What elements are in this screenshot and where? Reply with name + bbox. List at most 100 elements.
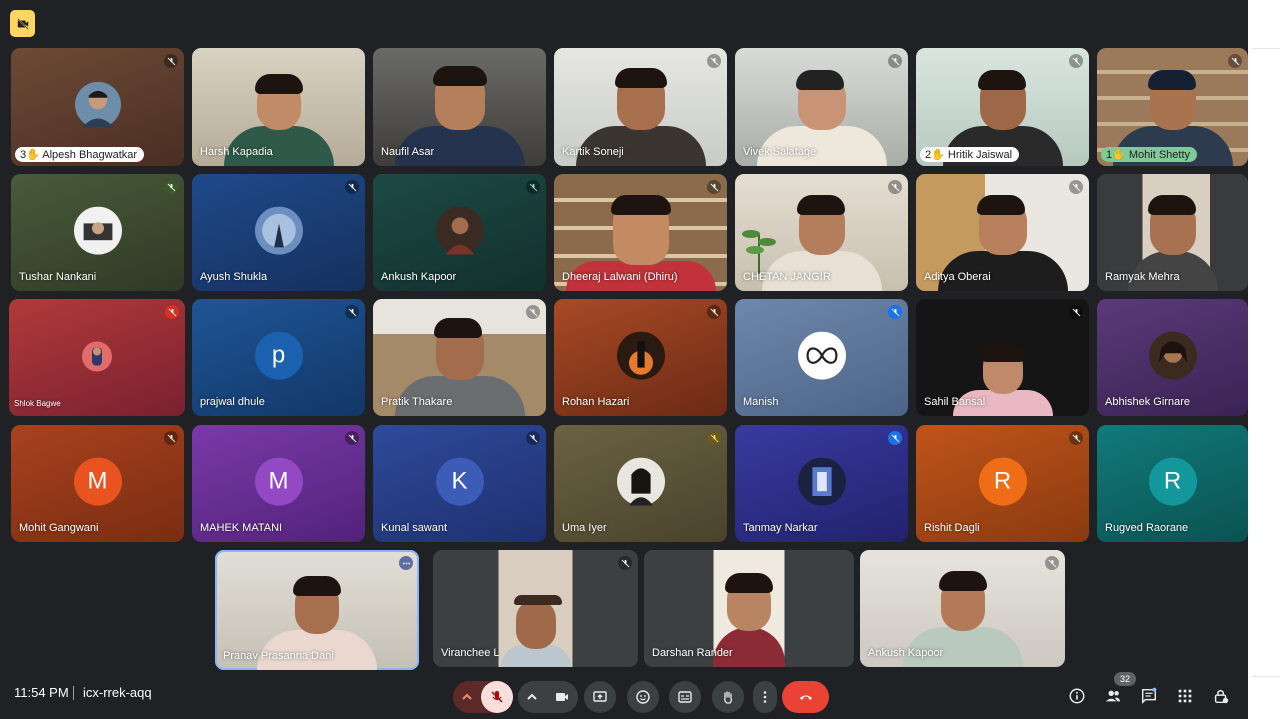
mic-off-icon	[164, 431, 178, 445]
mic-control[interactable]	[453, 681, 513, 713]
avatar	[1148, 331, 1197, 380]
participant-name: Pratik Thakare	[381, 396, 453, 408]
avatar: p	[254, 331, 303, 380]
avatar	[797, 331, 846, 380]
host-controls-icon[interactable]	[1211, 686, 1231, 706]
participant-name: 2✋ Hritik Jaiswal	[920, 147, 1020, 162]
participant-name: Shlok Bagwe	[14, 399, 61, 408]
participant-tile[interactable]: Sahil Bansal	[916, 299, 1089, 416]
self-view-tile[interactable]: Pranav Prasanna Dani	[215, 550, 419, 670]
participant-tile[interactable]: M MAHEK MATANI	[192, 425, 365, 542]
divider	[73, 686, 74, 700]
participant-tile[interactable]: Dheeraj Lalwani (Dhiru)	[554, 174, 727, 291]
participant-name: Ankush Kapoor	[381, 271, 457, 283]
participant-tile[interactable]: Tushar Nankani	[11, 174, 184, 291]
avatar: R	[1148, 457, 1197, 506]
mic-off-icon	[1069, 54, 1083, 68]
participant-tile[interactable]: Rohan Hazari	[554, 299, 727, 416]
participant-name: prajwal dhule	[200, 396, 265, 408]
participant-tile[interactable]: K Kunal sawant	[373, 425, 546, 542]
videocam-icon[interactable]	[546, 681, 578, 713]
meeting-code: icx-rrek-aqq	[83, 685, 152, 700]
chat-icon[interactable]	[1139, 686, 1159, 706]
participant-name: Rugved Raorane	[1105, 522, 1189, 534]
people-icon[interactable]	[1103, 686, 1123, 706]
browser-side-strip	[1248, 0, 1280, 719]
divider	[1252, 48, 1280, 49]
more-options-icon[interactable]	[753, 681, 777, 713]
participant-tile[interactable]: Ramyak Mehra	[1097, 174, 1248, 291]
participant-tile[interactable]: Ankush Kapoor	[373, 174, 546, 291]
avatar	[73, 206, 122, 255]
participant-name: Vivek Salatage	[743, 146, 817, 158]
participant-tile[interactable]: Darshan Rander	[644, 550, 854, 667]
participant-tile[interactable]: Shlok Bagwe	[9, 299, 185, 416]
activities-icon[interactable]	[1175, 686, 1195, 706]
meeting-controls-bar: 11:54 PM icx-rrek-aqq	[0, 672, 1248, 719]
recording-icon[interactable]	[10, 10, 35, 37]
participant-tile[interactable]: Abhishek Girnare	[1097, 299, 1248, 416]
avatar: M	[254, 457, 303, 506]
emoji-icon[interactable]	[627, 681, 659, 713]
mic-off-icon	[526, 180, 540, 194]
mic-off-icon	[888, 305, 902, 319]
participant-tile[interactable]: R Rishit Dagli	[916, 425, 1089, 542]
avatar	[616, 331, 665, 380]
meeting-time: 11:54 PM	[14, 685, 69, 700]
participant-tile[interactable]: Kartik Soneji	[554, 48, 727, 166]
chevron-up-icon[interactable]	[518, 689, 546, 705]
participant-tile[interactable]: Tanmay Narkar	[735, 425, 908, 542]
participant-tile[interactable]: Ankush Kapoor	[860, 550, 1065, 667]
mic-off-icon	[1069, 431, 1083, 445]
mic-off-icon	[345, 431, 359, 445]
participant-tile[interactable]: 3✋ Alpesh Bhagwatkar	[11, 48, 184, 166]
mic-off-icon	[164, 180, 178, 194]
mic-off-icon	[165, 305, 179, 319]
avatar	[74, 81, 121, 128]
participant-tile[interactable]: Harsh Kapadia	[192, 48, 365, 166]
participant-tile[interactable]: CHETAN JANGIR	[735, 174, 908, 291]
participant-tile[interactable]: Manish	[735, 299, 908, 416]
participant-name: Ramyak Mehra	[1105, 271, 1180, 283]
participant-tile[interactable]: Naufil Asar	[373, 48, 546, 166]
participant-name: Manish	[743, 396, 779, 408]
present-screen-icon[interactable]	[584, 681, 616, 713]
raise-hand-icon[interactable]	[712, 681, 744, 713]
mic-off-icon	[888, 431, 902, 445]
participant-name: CHETAN JANGIR	[743, 271, 831, 283]
participant-name: Tanmay Narkar	[743, 522, 818, 534]
participant-tile[interactable]: M Mohit Gangwani	[11, 425, 184, 542]
more-options-icon[interactable]	[399, 556, 413, 570]
mic-off-icon[interactable]	[481, 681, 513, 713]
participant-name: Kartik Soneji	[562, 146, 624, 158]
participant-tile[interactable]: Ayush Shukla	[192, 174, 365, 291]
avatar	[82, 341, 112, 371]
mic-off-icon	[1045, 556, 1059, 570]
participant-tile[interactable]: Uma Iyer	[554, 425, 727, 542]
participant-tile[interactable]: Pratik Thakare	[373, 299, 546, 416]
participant-name: Tushar Nankani	[19, 271, 97, 283]
mic-off-icon	[526, 305, 540, 319]
participant-tile[interactable]: p prajwal dhule	[192, 299, 365, 416]
mic-off-icon	[707, 431, 721, 445]
avatar: K	[435, 457, 484, 506]
info-icon[interactable]	[1067, 686, 1087, 706]
participant-tile[interactable]: R Rugved Raorane	[1097, 425, 1248, 542]
participant-tile[interactable]: Vivek Salatage	[735, 48, 908, 166]
participant-tile[interactable]: Viranchee L	[433, 550, 638, 667]
avatar	[254, 206, 303, 255]
avatar: R	[978, 457, 1027, 506]
captions-icon[interactable]	[669, 681, 701, 713]
end-call-icon[interactable]	[782, 681, 829, 713]
mic-off-icon	[1069, 305, 1083, 319]
participant-tile[interactable]: 1✋ Mohit Shetty	[1097, 48, 1248, 166]
participant-tile[interactable]: 2✋ Hritik Jaiswal	[916, 48, 1089, 166]
meet-window: 3✋ Alpesh Bhagwatkar Harsh Kapadia Naufi…	[0, 0, 1248, 719]
chevron-up-icon[interactable]	[453, 689, 481, 705]
participant-name: Harsh Kapadia	[200, 146, 273, 158]
camera-control[interactable]	[518, 681, 578, 713]
avatar	[616, 457, 665, 506]
participant-tile[interactable]: Aditya Oberai	[916, 174, 1089, 291]
mic-off-icon	[618, 556, 632, 570]
participant-name: Naufil Asar	[381, 146, 435, 158]
